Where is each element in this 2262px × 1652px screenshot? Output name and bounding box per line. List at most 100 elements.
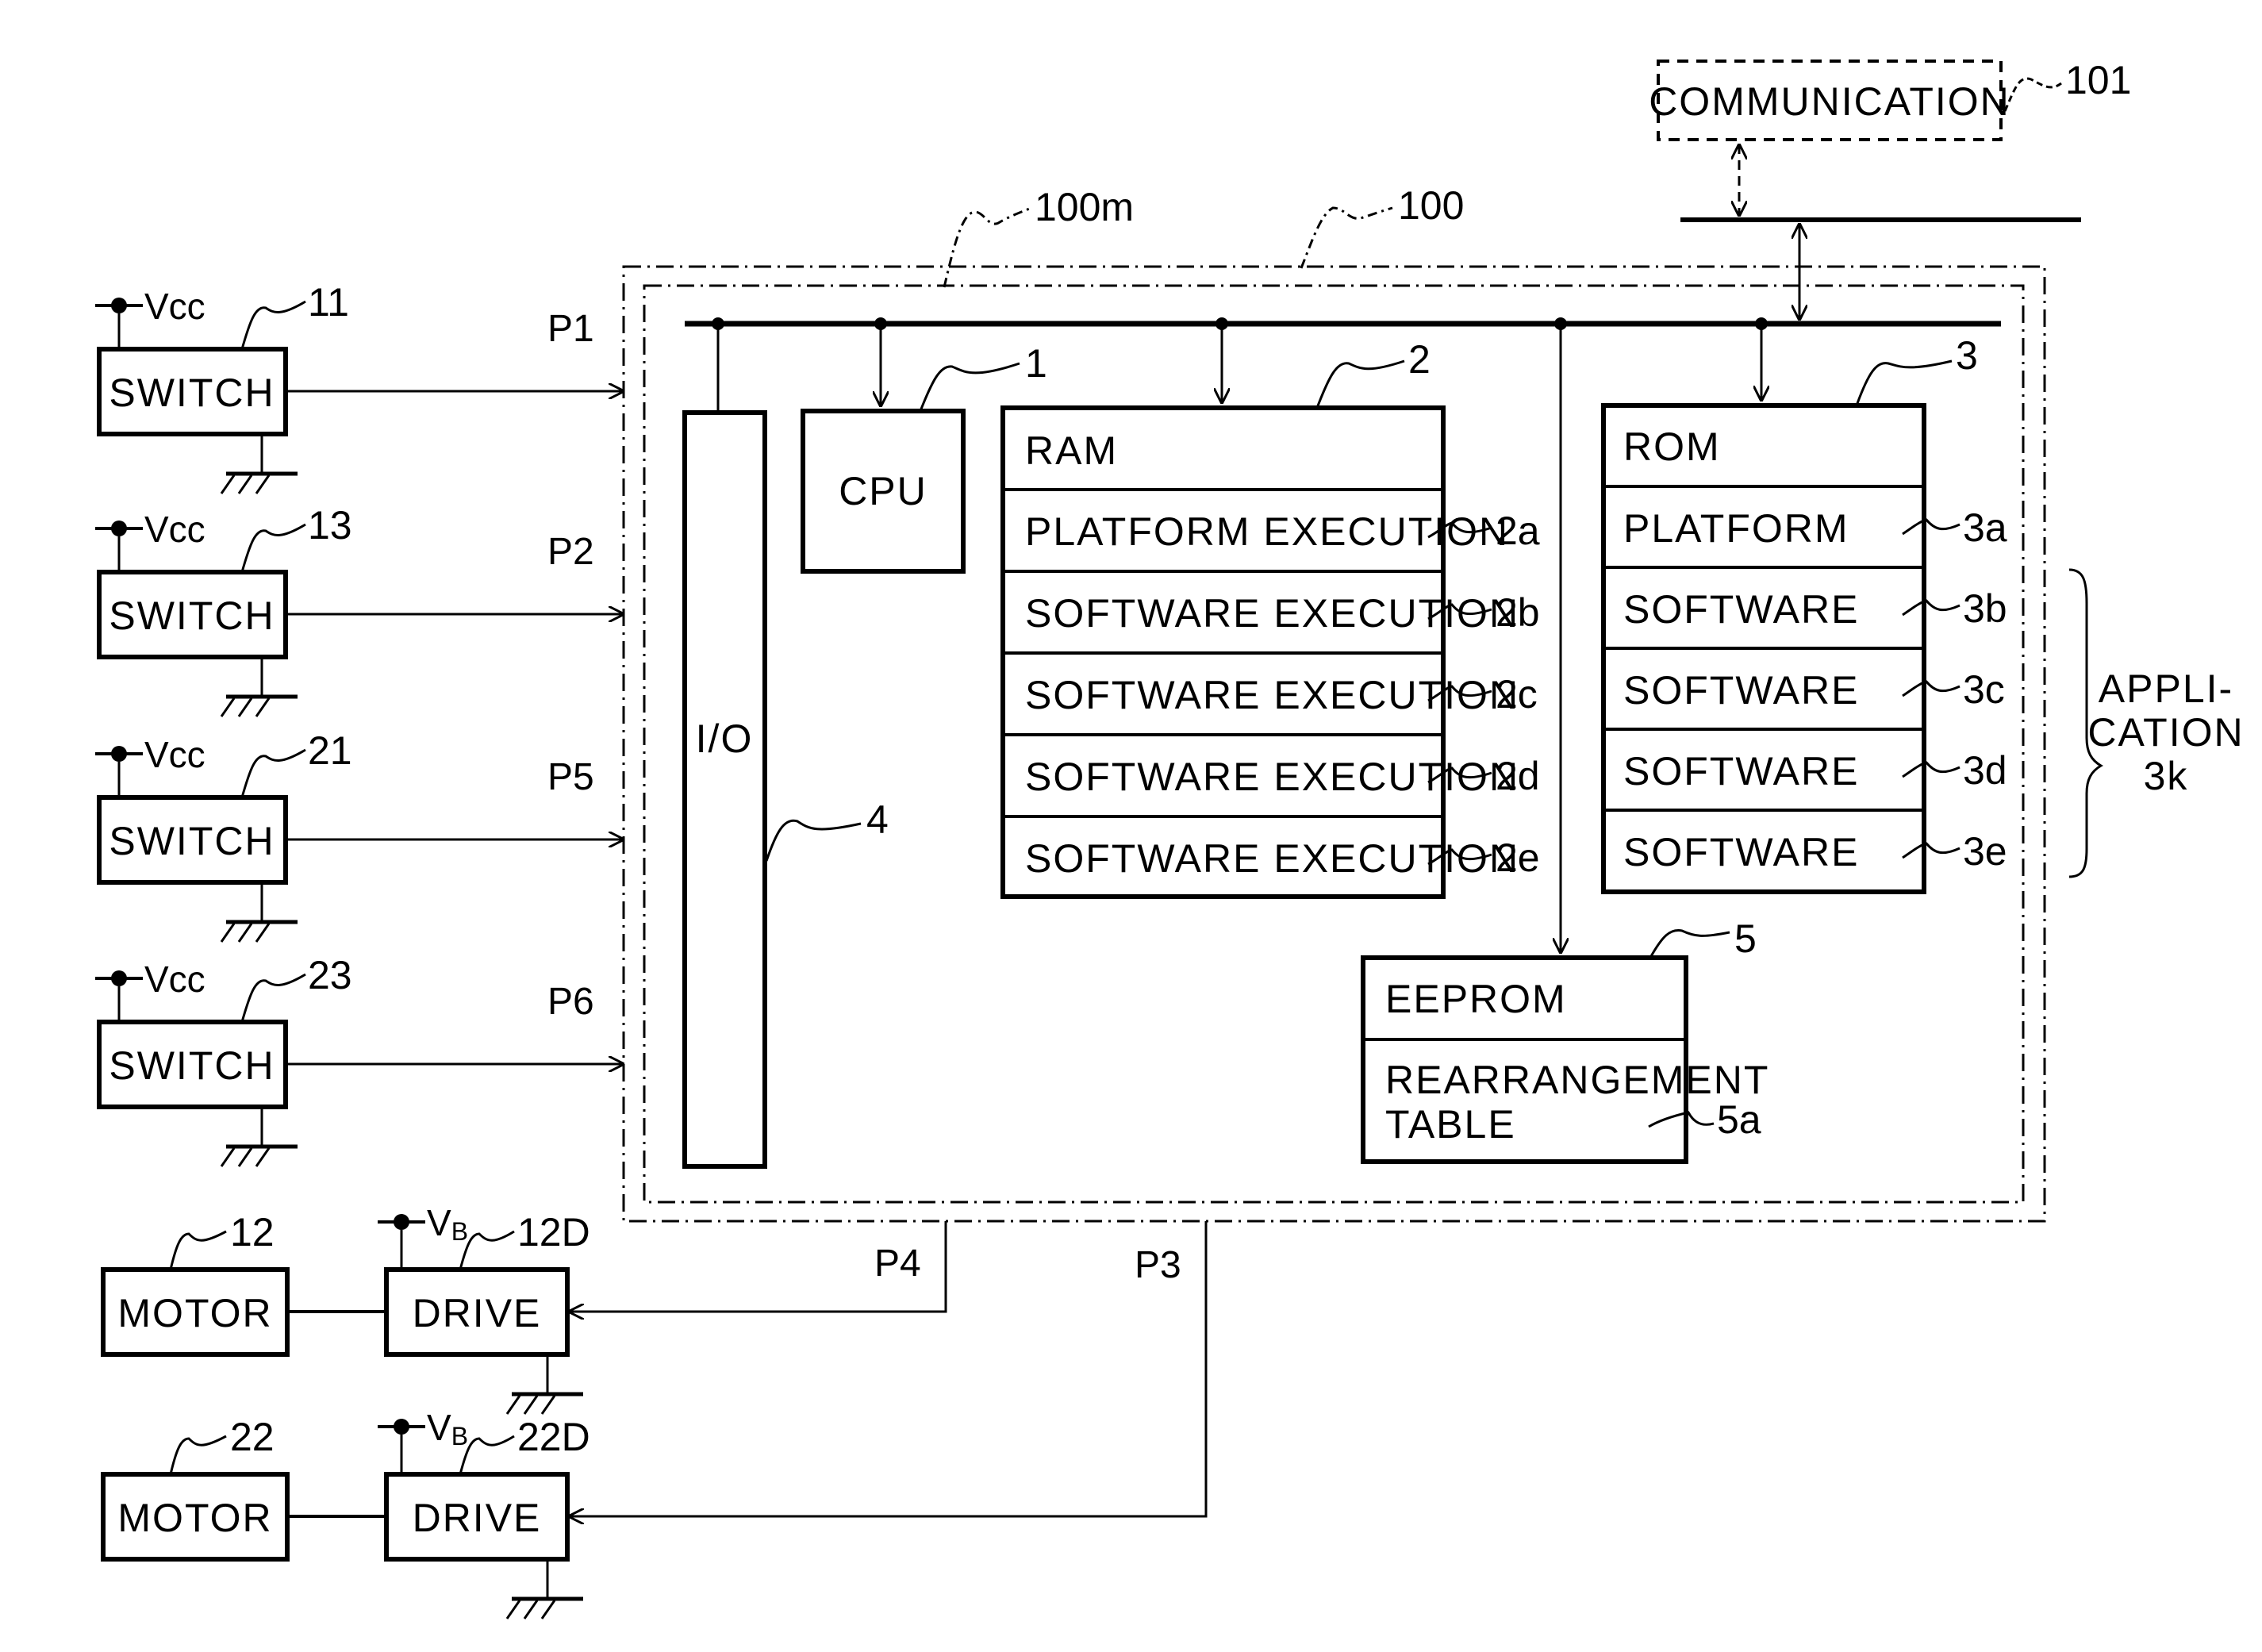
supply-node-icon (111, 746, 127, 762)
rom-row-label: SOFTWARE (1623, 587, 1859, 632)
application-line2: CATION (2087, 710, 2244, 755)
ref-leader-101 (2003, 77, 2062, 112)
ref-101: 101 (2065, 58, 2131, 102)
ground-hatch (220, 923, 236, 943)
rearrangement-table-line2: TABLE (1385, 1102, 1516, 1147)
ground-hatch (220, 474, 236, 494)
ram-row-ref: 2d (1496, 754, 1540, 798)
rom-row-label: SOFTWARE (1623, 668, 1859, 713)
ram-row-label: SOFTWARE EXECUTION (1025, 673, 1519, 717)
switch-21: Vcc SWITCH 21 P5 (95, 728, 624, 943)
switch-ref: 13 (308, 503, 352, 547)
drive-ref: 12D (517, 1210, 590, 1254)
supply-label-sub: B (451, 1217, 468, 1246)
ref-leader-4 (765, 819, 862, 862)
ref-leader-motor (169, 1435, 227, 1475)
rom-row-ref: 3e (1963, 829, 2007, 874)
ref-leader-5a (1648, 1111, 1715, 1128)
ecu-inner-box (643, 284, 2025, 1204)
communication-label: COMMUNICATION (1649, 79, 2010, 124)
switch-group: VccSWITCH11P1VccSWITCH13P2VccSWITCH21P5V… (95, 280, 624, 1167)
ground-hatch (220, 1147, 236, 1167)
port-label: P6 (547, 981, 594, 1023)
ref-leader-5 (1649, 928, 1730, 959)
rom-row-label: SOFTWARE (1623, 830, 1859, 874)
port-label: P4 (874, 1243, 921, 1285)
ref-leader-1 (919, 362, 1020, 412)
rom-row-ref: 3b (1963, 586, 2007, 631)
supply-label: Vcc (144, 959, 205, 1000)
ground-hatch (255, 923, 271, 943)
switch-ref: 11 (308, 280, 349, 325)
ground-hatch (540, 1600, 556, 1619)
switch-label: SWITCH (109, 1043, 275, 1088)
ground-hatch (255, 1147, 271, 1167)
ref-leader-switch (240, 523, 306, 573)
ground-hatch (220, 697, 236, 717)
rom-row-label: SOFTWARE (1623, 749, 1859, 793)
rom-label: ROM (1623, 425, 1721, 469)
ram-row-label: SOFTWARE EXECUTION (1025, 755, 1519, 799)
ram-label: RAM (1025, 428, 1118, 473)
motor-ref: 22 (230, 1415, 275, 1459)
ref-leader-rom-row (1902, 518, 1961, 536)
port-label: P2 (547, 531, 594, 573)
rom-rows: PLATFORM 3a SOFTWARE 3b SOFTWARE 3c SOFTWARE 3d… (1603, 485, 2007, 874)
supply-label-main: Vcc (144, 509, 205, 550)
supply-label: Vcc (144, 509, 205, 550)
rom-block: ROM 3 PLATFORM 3a SOFTWARE 3b SOFTWARE 3c SOFT… (1601, 333, 2007, 894)
application-line1: APPLI- (2099, 667, 2233, 711)
supply-label-main: V (427, 1407, 451, 1448)
ref-leader-rom-row (1902, 842, 1961, 859)
supply-label-main: Vcc (144, 959, 205, 1000)
motor-label: MOTOR (117, 1291, 272, 1335)
supply-node-icon (394, 1214, 409, 1230)
switch-ref: 21 (308, 728, 352, 773)
switch-ref: 23 (308, 953, 352, 997)
drive-label: DRIVE (413, 1291, 542, 1335)
ref-leader-2 (1315, 359, 1405, 409)
ground-hatch (523, 1395, 539, 1415)
ref-1: 1 (1025, 341, 1047, 386)
ground-hatch (505, 1395, 521, 1415)
ram-row-ref: 2c (1496, 672, 1538, 717)
ref-leader-drive (459, 1230, 515, 1270)
io-box (682, 410, 767, 1169)
supply-label-main: Vcc (144, 286, 205, 327)
rom-row-label: PLATFORM (1623, 506, 1849, 551)
ground-hatch (255, 474, 271, 494)
motor-group: MOTOR12 VBDRIVE12DP4MOTOR22 VBDRIVE22DP3 (101, 1202, 1208, 1619)
eeprom-block: EEPROM REARRANGEMENT TABLE 5 5a (1361, 916, 1768, 1164)
supply-label: VB (427, 1202, 468, 1246)
ref-leader-switch (240, 973, 306, 1023)
ground-hatch (237, 697, 253, 717)
ref-leader-switch (240, 748, 306, 798)
switch-label: SWITCH (109, 819, 275, 863)
io-label: I/O (696, 717, 754, 761)
ram-row-ref: 2e (1496, 836, 1540, 880)
supply-node-icon (111, 521, 127, 536)
ref-leader-3 (1855, 359, 1953, 406)
ram-rows: PLATFORM EXECUTION2aSOFTWARE EXECUTION2b… (1003, 488, 1540, 881)
switch-13: Vcc SWITCH 13 P2 (95, 503, 624, 717)
drive-ref: 22D (517, 1415, 590, 1459)
motor-unit-12: MOTOR 12 VB DRIVE 12D P4 (101, 1202, 947, 1415)
cpu-label: CPU (839, 469, 927, 513)
ref-5: 5 (1734, 916, 1757, 961)
ref-leader-motor (169, 1230, 227, 1270)
rom-row-ref: 3c (1963, 667, 2005, 712)
switch-label: SWITCH (109, 371, 275, 415)
ram-row-label: SOFTWARE EXECUTION (1025, 591, 1519, 636)
ref-100m: 100m (1035, 185, 1134, 229)
rom-row-ref: 3d (1963, 748, 2007, 793)
switch-label: SWITCH (109, 594, 275, 638)
switch-23: Vcc SWITCH 23 P6 (95, 953, 624, 1167)
ref-leader-rom-row (1902, 599, 1961, 617)
ref-3: 3 (1956, 333, 1978, 378)
ref-4: 4 (866, 797, 889, 842)
ref-5a: 5a (1717, 1097, 1761, 1142)
ref-leader-rom-row (1902, 680, 1961, 697)
motor-label: MOTOR (117, 1496, 272, 1540)
ram-block: RAM 2 PLATFORM EXECUTION2aSOFTWARE EXECU… (1000, 337, 1540, 899)
ref-leader-100m (943, 206, 1032, 288)
